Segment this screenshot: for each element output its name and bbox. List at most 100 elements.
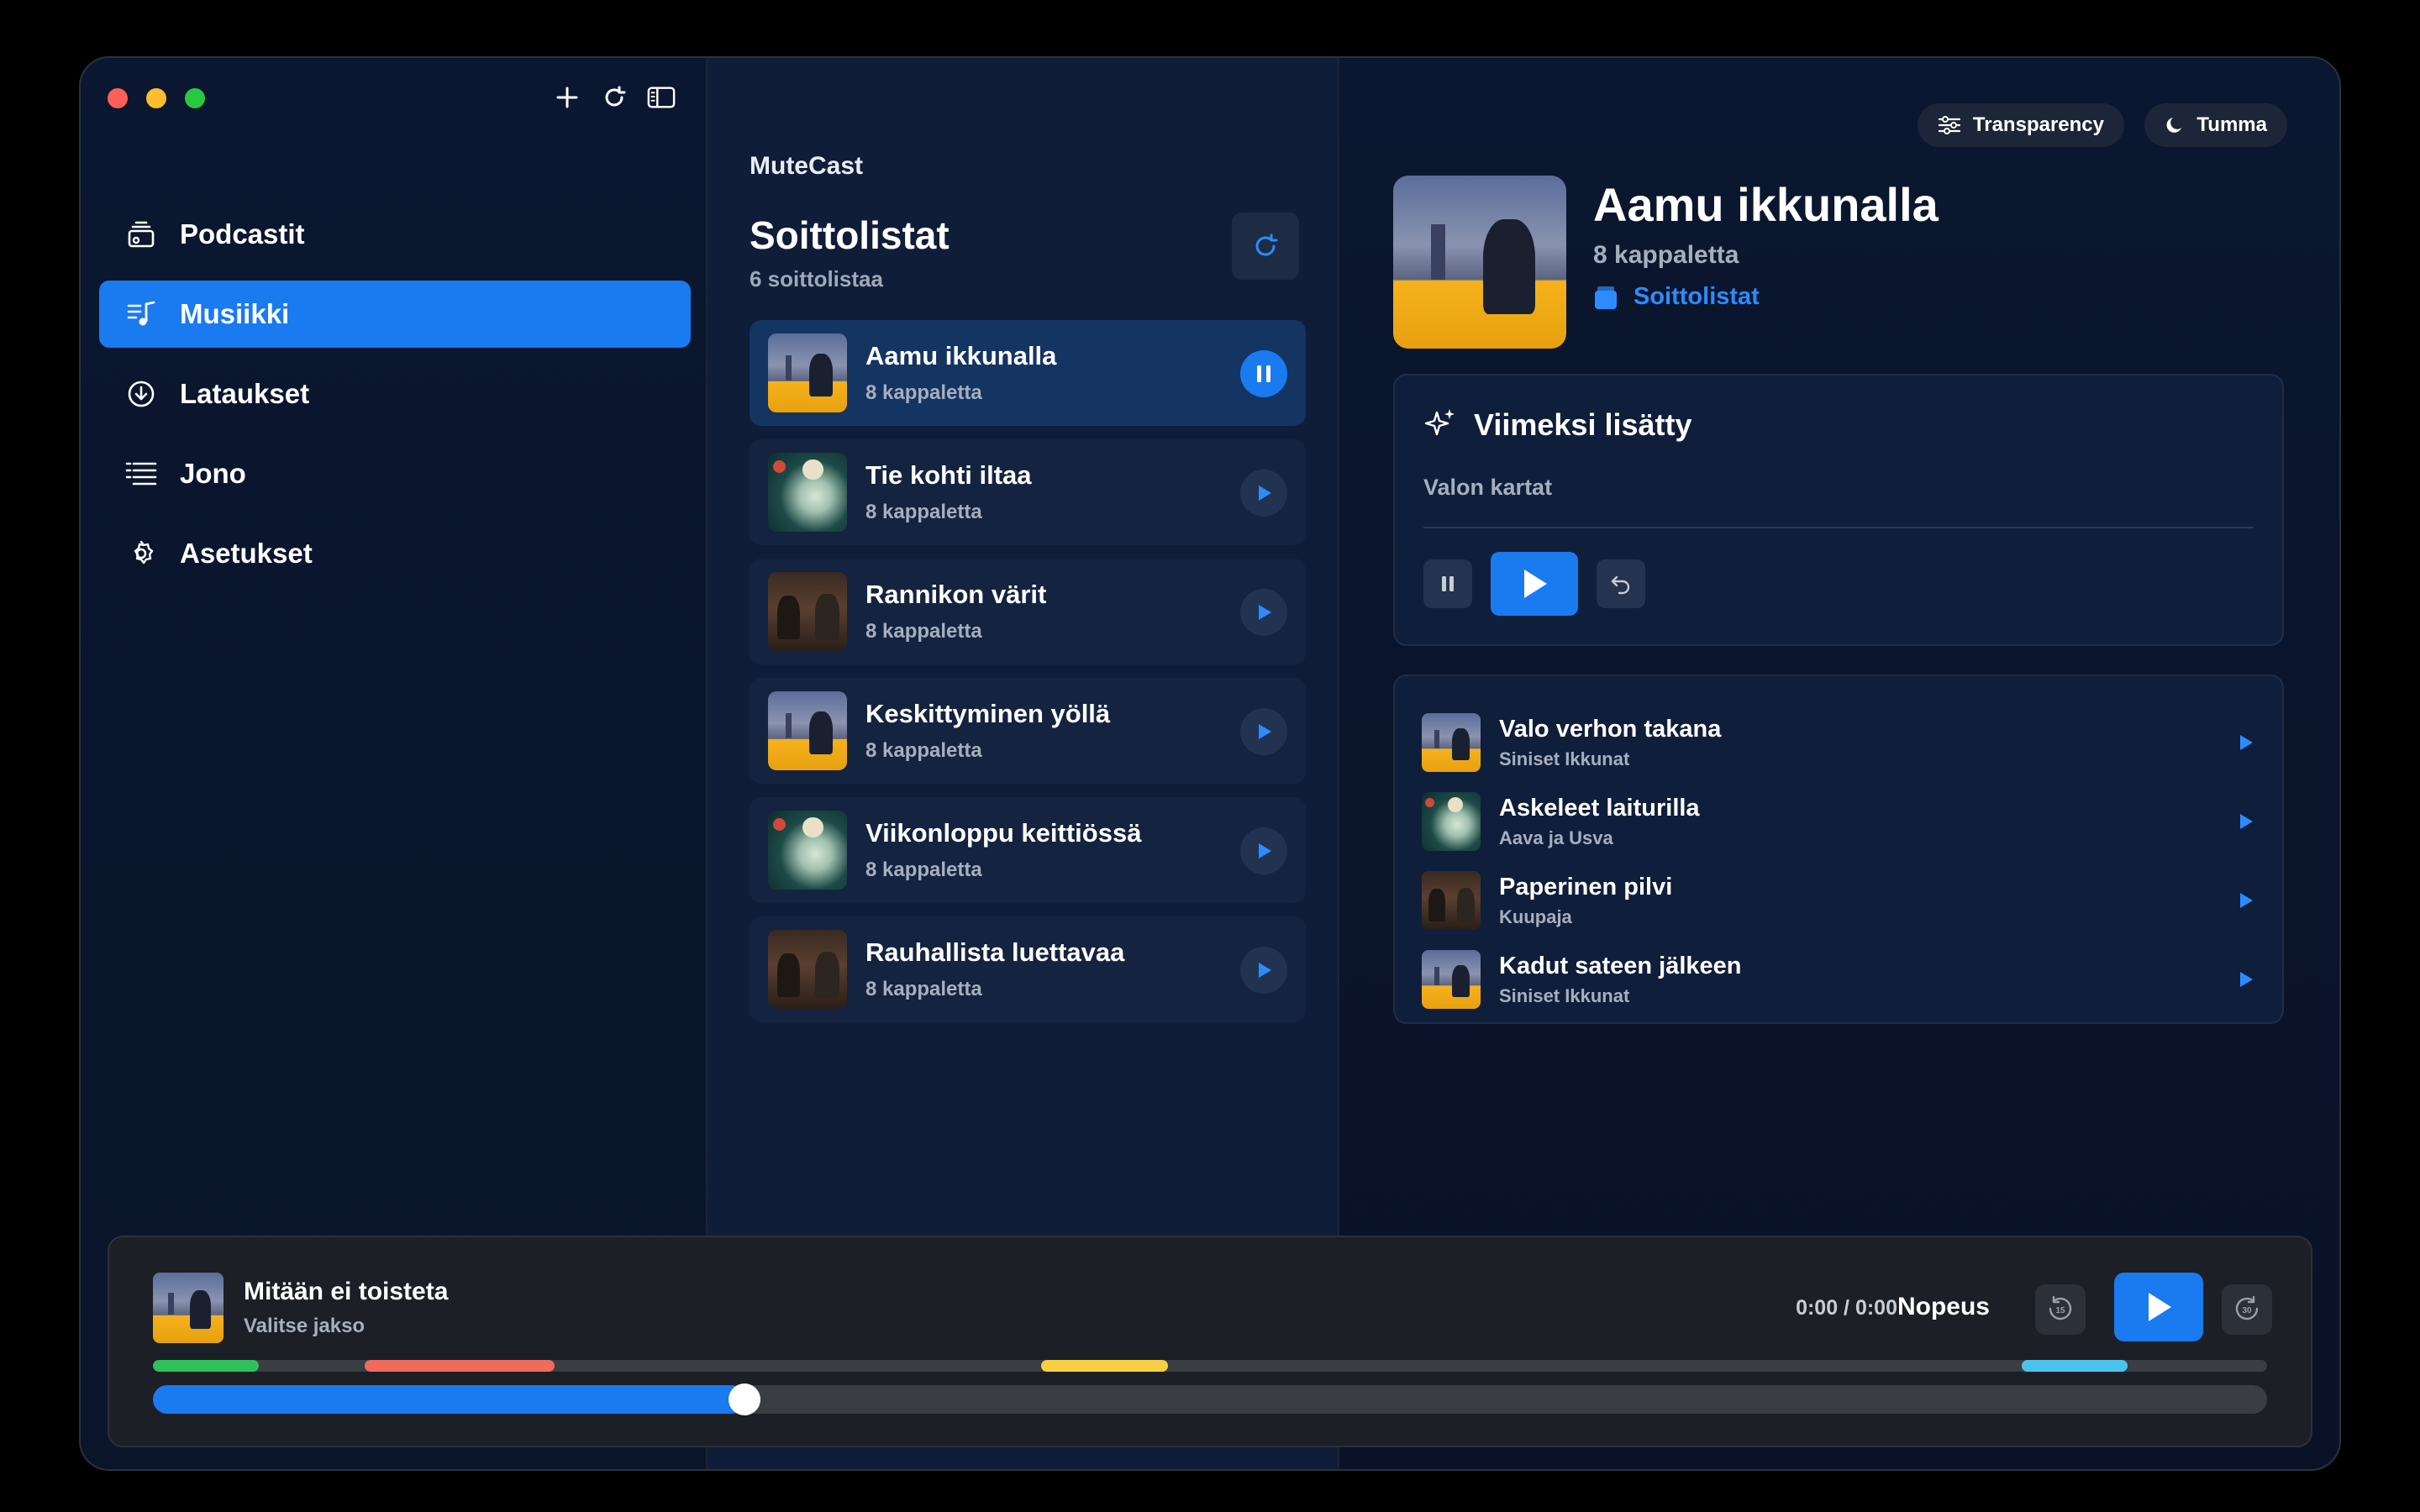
app-window: Podcastit Musiikki Lataukset Jono Asetuk… [79, 56, 2341, 1471]
app-name: MuteCast [750, 152, 864, 180]
undo-button[interactable] [1597, 559, 1645, 608]
track-list: Valo verhon takana Siniset Ikkunat Askel… [1393, 675, 2284, 1024]
sidebar-item-label: Asetukset [180, 538, 313, 569]
refresh-icon [1251, 232, 1280, 260]
table-row[interactable]: Askeleet laiturilla Aava ja Usva [1395, 782, 2282, 861]
table-row[interactable]: Kadut sateen jälkeen Siniset Ikkunat [1395, 940, 2282, 1019]
track-name: Valo verhon takana [1499, 715, 1722, 743]
table-row[interactable]: Paperinen pilvi Kuupaja [1395, 861, 2282, 940]
play-button[interactable] [1491, 552, 1578, 616]
chapter-segment[interactable] [1040, 1360, 1168, 1372]
sidebar-toggle-icon[interactable] [647, 83, 676, 112]
play-icon[interactable] [2233, 967, 2259, 992]
play-icon[interactable] [2233, 730, 2259, 755]
page-title: Soittolistat [750, 213, 950, 257]
playlist-name: Aamu ikkunalla [865, 341, 1057, 370]
progress-slider[interactable] [153, 1383, 2267, 1415]
sidebar-item-label: Jono [180, 458, 246, 489]
play-icon [1255, 722, 1273, 742]
track-cover [1422, 871, 1481, 930]
refresh-icon[interactable] [600, 83, 629, 112]
play-icon[interactable] [2233, 888, 2259, 913]
track-cover [1422, 950, 1481, 1009]
pause-icon [1255, 364, 1273, 384]
skip-forward-button[interactable]: 30 [2222, 1284, 2272, 1335]
now-playing-cover [153, 1273, 224, 1343]
playlist-track-count: 8 kappaletta [865, 858, 982, 881]
playlist-cover [768, 691, 847, 770]
add-icon[interactable] [553, 83, 581, 112]
playlist-track-count: 8 kappaletta [865, 381, 982, 404]
sliders-icon [1938, 115, 1961, 135]
playlist-count: 6 soittolistaa [750, 266, 883, 291]
play-button[interactable] [1240, 470, 1287, 517]
sidebar-item-label: Musiikki [180, 298, 290, 329]
progress-knob[interactable] [729, 1383, 761, 1415]
playlist-track-count: 8 kappaletta [1593, 241, 1739, 269]
sidebar-item-settings[interactable]: Asetukset [99, 520, 691, 587]
sidebar-item-queue[interactable]: Jono [99, 440, 691, 507]
sidebar-item-music[interactable]: Musiikki [99, 281, 691, 348]
play-icon[interactable] [2233, 809, 2259, 834]
sidebar-toolbar [553, 83, 676, 112]
sidebar-nav: Podcastit Musiikki Lataukset Jono Asetuk… [99, 201, 691, 600]
chapter-segment[interactable] [364, 1360, 555, 1372]
speed-button[interactable]: Nopeus [1897, 1293, 1990, 1321]
sidebar-item-label: Lataukset [180, 378, 310, 409]
list-item[interactable]: Tie kohti iltaa 8 kappaletta [750, 439, 1306, 545]
track-name: Askeleet laiturilla [1499, 794, 1700, 822]
table-row[interactable]: Valo verhon takana Siniset Ikkunat [1395, 703, 2282, 782]
chapter-segment[interactable] [2022, 1360, 2128, 1372]
sidebar-item-podcasts[interactable]: Podcastit [99, 201, 691, 268]
zoom-window-button[interactable] [185, 88, 205, 108]
recently-added-card: Viimeksi lisätty Valon kartat [1393, 374, 2284, 646]
now-playing-subtitle: Valitse jakso [244, 1315, 366, 1337]
list-item[interactable]: Keskittyminen yöllä 8 kappaletta [750, 678, 1306, 784]
sidebar-item-label: Podcastit [180, 218, 305, 249]
track-cover [1422, 713, 1481, 772]
playlist-cover [768, 333, 847, 412]
stack-icon [1593, 284, 1618, 311]
pause-button[interactable] [1240, 350, 1287, 397]
track-name: Kadut sateen jälkeen [1499, 952, 1742, 979]
sidebar-item-downloads[interactable]: Lataukset [99, 360, 691, 428]
skip-back-15-icon: 15 [2049, 1295, 2072, 1320]
pause-button[interactable] [1423, 559, 1472, 608]
playlist-cover [768, 453, 847, 532]
now-playing-bar: Mitään ei toisteta Valitse jakso 0:00 / … [108, 1236, 2312, 1447]
chapter-bar[interactable] [153, 1360, 2267, 1372]
playlist-track-count: 8 kappaletta [865, 978, 982, 1000]
play-button[interactable] [2114, 1273, 2203, 1341]
playlist-cover [768, 572, 847, 651]
play-icon [1255, 602, 1273, 622]
list-item[interactable]: Viikonloppu keittiössä 8 kappaletta [750, 797, 1306, 903]
play-button[interactable] [1240, 947, 1287, 994]
playlist-name: Rauhallista luettavaa [865, 937, 1125, 967]
transparency-button[interactable]: Transparency [1917, 103, 2124, 147]
list-item[interactable]: Rauhallista luettavaa 8 kappaletta [750, 916, 1306, 1022]
playlist-name: Viikonloppu keittiössä [865, 818, 1142, 848]
theme-button[interactable]: Tumma [2144, 103, 2287, 147]
playback-time: 0:00 / 0:00 [1796, 1296, 1897, 1320]
playlist-name: Keskittyminen yöllä [865, 699, 1111, 728]
now-playing-title: Mitään ei toisteta [244, 1278, 449, 1305]
queue-icon [124, 457, 158, 491]
refresh-playlists-button[interactable] [1232, 213, 1299, 280]
track-artist: Siniset Ikkunat [1499, 748, 1630, 769]
skip-back-button[interactable]: 15 [2035, 1284, 2086, 1335]
chapter-segment[interactable] [153, 1360, 259, 1372]
transparency-label: Transparency [1972, 113, 2104, 136]
progress-fill [153, 1385, 745, 1414]
play-button[interactable] [1240, 827, 1287, 874]
playlists-link[interactable]: Soittolistat [1593, 283, 1760, 311]
list-item[interactable]: Rannikon värit 8 kappaletta [750, 559, 1306, 664]
playlist-name: Tie kohti iltaa [865, 460, 1032, 490]
minimize-window-button[interactable] [146, 88, 166, 108]
play-button[interactable] [1240, 589, 1287, 636]
list-item[interactable]: Aamu ikkunalla 8 kappaletta [750, 320, 1306, 426]
download-icon [124, 377, 158, 411]
track-artist: Siniset Ikkunat [1499, 984, 1630, 1006]
close-window-button[interactable] [108, 88, 128, 108]
play-button[interactable] [1240, 708, 1287, 755]
play-icon [2144, 1290, 2174, 1324]
